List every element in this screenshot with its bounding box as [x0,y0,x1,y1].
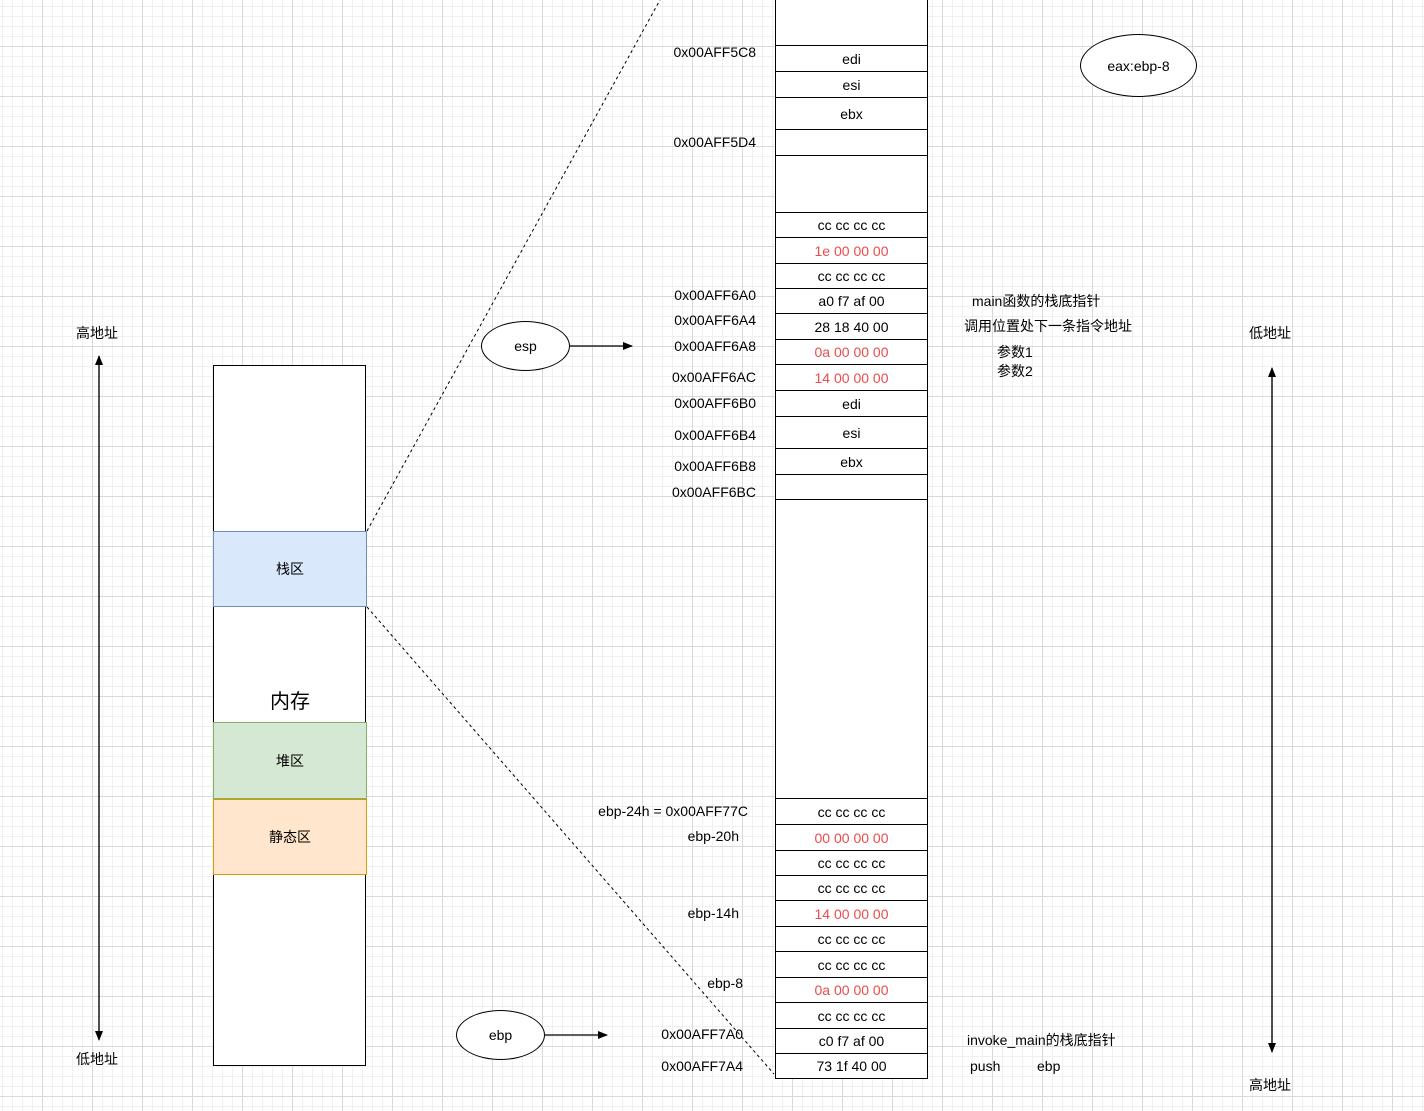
memory-box [213,365,366,1066]
memory-label: 内存 [270,691,310,713]
addr-label: 0x00AFF7A0 [661,1026,743,1042]
offset-label: ebp-24h = 0x00AFF77C [598,803,748,819]
eax-note-ellipse: eax:ebp-8 [1080,34,1197,97]
addr-label: 0x00AFF5D4 [673,134,756,150]
cell-value: edi [842,395,861,412]
note-param-2: 参数2 [997,363,1033,379]
addr-label: 0x00AFF6A8 [674,338,756,354]
cell-value: cc cc cc cc [817,855,886,871]
left-axis-low-label: 低地址 [76,1051,118,1067]
cell-value: esi [842,424,861,441]
stack-cell: edi [775,390,928,417]
right-axis-high-label: 高地址 [1249,1077,1291,1093]
cell-value: 1e 00 00 00 [814,242,889,259]
eax-note-text: eax:ebp-8 [1107,57,1170,74]
cell-value: cc cc cc cc [817,880,886,896]
cell-value: cc cc cc cc [817,268,886,284]
addr-label: 0x00AFF5C8 [673,44,756,60]
stack-cell: 28 18 40 00 [775,313,928,340]
note-return-address: 调用位置处下一条指令地址 [964,318,1132,334]
stack-cell: esi [775,416,928,449]
cell-value: cc cc cc cc [817,1007,886,1024]
stack-cell: 14 00 00 00 [775,900,928,927]
cell-value: 14 00 00 00 [814,369,889,386]
zoom-line-top [366,0,661,532]
stack-cell: cc cc cc cc [775,926,928,952]
cell-value: cc cc cc cc [817,803,886,820]
stack-cell [775,129,928,156]
stack-cell: cc cc cc cc [775,951,928,978]
stack-cell: a0 f7 af 00 [775,288,928,314]
stack-cell: cc cc cc cc [775,1002,928,1029]
stack-cell: edi [775,45,928,72]
stack-region-label: 栈区 [276,561,304,577]
addr-label: 0x00AFF6AC [671,369,756,385]
cell-value: edi [842,50,861,67]
cell-value: a0 f7 af 00 [818,293,885,309]
stack-cell: 1e 00 00 00 [775,237,928,264]
ebp-pointer-ellipse: ebp [456,1010,545,1060]
static-region: 静态区 [213,799,367,875]
cell-value: 0a 00 00 00 [814,982,889,998]
heap-region-label: 堆区 [276,752,304,769]
stack-cell: 14 00 00 00 [775,364,928,391]
note-main-base-pointer: main函数的栈底指针 [972,293,1101,309]
ebp-label: ebp [488,1027,513,1043]
cell-value: cc cc cc cc [817,956,886,973]
offset-label: ebp-14h [687,905,739,921]
stack-cell: 0a 00 00 00 [775,339,928,365]
stack-cell: 00 00 00 00 [775,824,928,851]
note-param-1: 参数1 [997,344,1033,360]
stack-cell: cc cc cc cc [775,212,928,238]
stack-cell: esi [775,71,928,98]
cell-value: 00 00 00 00 [814,829,889,846]
static-region-label: 静态区 [269,829,311,845]
cell-value: esi [842,76,861,93]
stack-cell: cc cc cc cc [775,875,928,901]
stack-cell [775,474,928,500]
cell-value: c0 f7 af 00 [818,1033,885,1049]
right-axis-low-label: 低地址 [1249,325,1291,341]
stack-cell: cc cc cc cc [775,263,928,289]
cell-value: cc cc cc cc [817,217,886,233]
esp-label: esp [514,338,537,354]
cell-value: ebx [840,453,863,470]
stack-region: 栈区 [213,531,367,607]
addr-label: 0x00AFF6A4 [674,312,756,328]
addr-label: 0x00AFF6A0 [674,287,756,303]
stack-cell: ebx [775,97,928,130]
cell-value: 0a 00 00 00 [814,344,889,360]
left-axis-high-label: 高地址 [76,325,118,341]
esp-pointer-ellipse: esp [481,321,570,371]
cell-value: 73 1f 40 00 [816,1058,887,1074]
stack-cell: cc cc cc cc [775,850,928,876]
stack-cell: c0 f7 af 00 [775,1028,928,1054]
heap-region: 堆区 [213,722,367,799]
stack-cell: 0a 00 00 00 [775,977,928,1003]
stack-cell: cc cc cc cc [775,798,928,825]
addr-label: 0x00AFF6B0 [674,395,756,411]
cell-value: 14 00 00 00 [814,905,889,922]
offset-label: ebp-20h [687,828,739,844]
stack-cell: ebx [775,448,928,475]
cell-value: 28 18 40 00 [814,318,889,335]
note-push: push [970,1058,1001,1074]
addr-label: 0x00AFF7A4 [661,1058,743,1074]
addr-label: 0x00AFF6B4 [674,427,756,443]
cell-value: cc cc cc cc [817,931,886,947]
addr-label: 0x00AFF6B8 [674,458,756,474]
stack-cell: 73 1f 40 00 [775,1053,928,1079]
cell-value: ebx [840,105,863,122]
note-invoke-main-base-pointer: invoke_main的栈底指针 [967,1032,1116,1048]
addr-label: 0x00AFF6BC [671,484,756,500]
offset-label: ebp-8 [707,975,743,991]
note-push-register: ebp [1037,1058,1061,1074]
